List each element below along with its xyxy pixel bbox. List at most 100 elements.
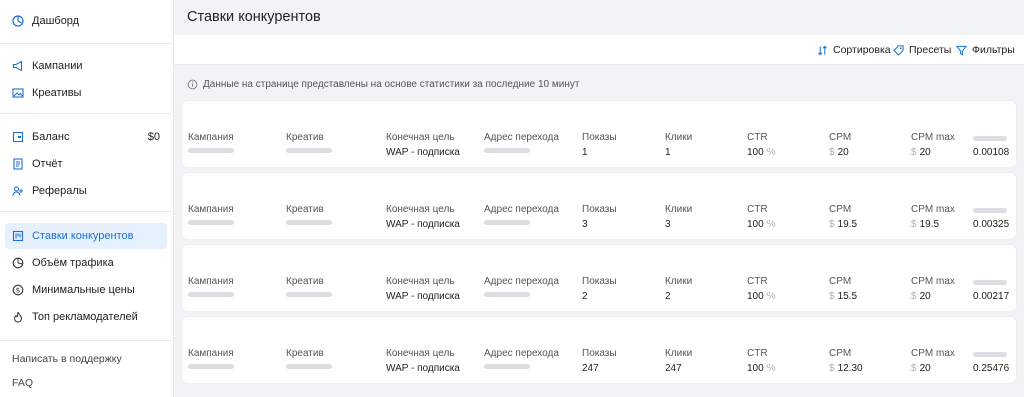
sort-button[interactable]: Сортировка bbox=[817, 35, 891, 65]
creative-blurred bbox=[286, 220, 332, 225]
amount: 19.5 bbox=[919, 219, 940, 230]
bid-row-card[interactable]: Кампания Креатив Конечная цель Адрес перехо… bbox=[182, 245, 1016, 311]
bid-row-card[interactable]: Кампания Креатив Конечная цель Адрес перехо… bbox=[182, 317, 1016, 383]
toolbar: Сортировка Пресеты Фильтры bbox=[174, 35, 1024, 65]
sidebar-item-label: Дашборд bbox=[32, 15, 80, 27]
bid-row-card[interactable]: Кампания Креатив Конечная цель Адрес перехо… bbox=[182, 101, 1016, 167]
ctr-number: 100 bbox=[747, 363, 764, 374]
column-label-cpm: CPM bbox=[829, 276, 852, 287]
column-label-goal: Конечная цель bbox=[386, 348, 455, 359]
sidebar-item-referrals[interactable]: Рефералы bbox=[5, 178, 167, 204]
column-label-url: Адрес перехода bbox=[484, 276, 559, 287]
impressions-value: 1 bbox=[582, 147, 588, 158]
percent-sign: % bbox=[766, 363, 776, 374]
filter-icon bbox=[956, 45, 967, 55]
creative-blurred bbox=[286, 364, 332, 369]
currency-sign: $ bbox=[911, 291, 917, 302]
currency-sign: $ bbox=[829, 219, 835, 230]
sidebar-item-label: Ставки конкурентов bbox=[32, 230, 134, 242]
sidebar-item-competitor-bids[interactable]: Ставки конкурентов bbox=[5, 223, 167, 249]
column-label-clicks: Клики bbox=[665, 348, 693, 359]
sidebar-item-traffic-volume[interactable]: Объём трафика bbox=[5, 250, 167, 276]
column-label-clicks: Клики bbox=[665, 204, 693, 215]
info-notice: Данные на странице представлены на основ… bbox=[187, 79, 579, 90]
presets-label: Пресеты bbox=[909, 44, 952, 56]
sidebar: Дашборд Кампании Креативы Баланс $0 Отчё… bbox=[0, 0, 174, 397]
column-label-goal: Конечная цель bbox=[386, 204, 455, 215]
column-label-impressions: Показы bbox=[582, 204, 617, 215]
goal-value: WAP - подписка bbox=[386, 291, 460, 302]
url-blurred bbox=[484, 148, 530, 153]
url-blurred bbox=[484, 292, 530, 297]
ctr-value: 100% bbox=[747, 147, 776, 158]
image-icon bbox=[12, 87, 24, 99]
percent-sign: % bbox=[766, 147, 776, 158]
ctr-value: 100% bbox=[747, 219, 776, 230]
sidebar-item-dashboard[interactable]: Дашборд bbox=[5, 8, 167, 34]
column-label-goal: Конечная цель bbox=[386, 276, 455, 287]
campaign-blurred bbox=[188, 364, 234, 369]
sidebar-item-label: Объём трафика bbox=[32, 257, 114, 269]
amount: 20 bbox=[919, 363, 931, 374]
clicks-value: 1 bbox=[665, 147, 671, 158]
currency-sign: $ bbox=[911, 147, 917, 158]
filters-button[interactable]: Фильтры bbox=[956, 35, 1015, 65]
sidebar-item-creatives[interactable]: Креативы bbox=[5, 80, 167, 106]
url-blurred bbox=[484, 364, 530, 369]
column-label-campaign: Кампания bbox=[188, 204, 234, 215]
svg-text:$: $ bbox=[16, 287, 20, 295]
amount: 12.30 bbox=[837, 363, 863, 374]
support-link[interactable]: Написать в поддержку bbox=[12, 353, 122, 365]
amount: 20 bbox=[919, 147, 931, 158]
sidebar-item-label: Топ рекламодателей bbox=[32, 311, 138, 323]
column-label-cpm-max: CPM max bbox=[911, 132, 955, 143]
cpm-max-value: $20 bbox=[911, 147, 931, 158]
bids-icon bbox=[12, 230, 24, 242]
divider bbox=[0, 340, 174, 341]
page-title: Ставки конкурентов bbox=[187, 9, 321, 25]
column-label-campaign: Кампания bbox=[188, 276, 234, 287]
column-label-creative: Креатив bbox=[286, 204, 324, 215]
sidebar-item-campaigns[interactable]: Кампании bbox=[5, 53, 167, 79]
dashboard-icon bbox=[12, 15, 24, 27]
presets-button[interactable]: Пресеты bbox=[893, 35, 951, 65]
result-value: 0.00325 bbox=[973, 219, 1010, 230]
info-icon bbox=[187, 79, 198, 90]
column-label-creative: Креатив bbox=[286, 276, 324, 287]
creative-blurred bbox=[286, 148, 332, 153]
result-value: 0.25476 bbox=[973, 363, 1010, 374]
dollar-icon: $ bbox=[12, 284, 24, 296]
balance-value: $0 bbox=[147, 131, 160, 143]
sidebar-item-label: Рефералы bbox=[32, 185, 87, 197]
sidebar-item-label: Креативы bbox=[32, 87, 82, 99]
column-label-cpm: CPM bbox=[829, 132, 852, 143]
sidebar-item-report[interactable]: Отчёт bbox=[5, 151, 167, 177]
column-label-cpm-max: CPM max bbox=[911, 204, 955, 215]
clicks-value: 247 bbox=[665, 363, 682, 374]
filters-label: Фильтры bbox=[972, 44, 1015, 56]
report-icon bbox=[12, 158, 24, 170]
column-label-campaign: Кампания bbox=[188, 132, 234, 143]
sidebar-item-top-advertisers[interactable]: Топ рекламодателей bbox=[5, 304, 167, 330]
sidebar-item-label: Минимальные цены bbox=[32, 284, 135, 296]
column-label-impressions: Показы bbox=[582, 132, 617, 143]
column-label-cpm-max: CPM max bbox=[911, 348, 955, 359]
column-label-goal: Конечная цель bbox=[386, 132, 455, 143]
sort-label: Сортировка bbox=[833, 44, 891, 56]
faq-link[interactable]: FAQ bbox=[12, 377, 33, 389]
sidebar-item-label: Баланс bbox=[32, 131, 70, 143]
presets-icon bbox=[893, 44, 904, 56]
currency-sign: $ bbox=[829, 291, 835, 302]
campaign-blurred bbox=[188, 220, 234, 225]
impressions-value: 3 bbox=[582, 219, 588, 230]
bid-row-card[interactable]: Кампания Креатив Конечная цель Адрес перехо… bbox=[182, 173, 1016, 239]
ctr-value: 100% bbox=[747, 291, 776, 302]
ctr-value: 100% bbox=[747, 363, 776, 374]
column-label-url: Адрес перехода bbox=[484, 132, 559, 143]
sidebar-item-minimum-prices[interactable]: $ Минимальные цены bbox=[5, 277, 167, 303]
label-blurred bbox=[973, 136, 1007, 141]
sidebar-item-balance[interactable]: Баланс $0 bbox=[5, 124, 167, 150]
result-value: 0.00217 bbox=[973, 291, 1010, 302]
column-label-creative: Креатив bbox=[286, 348, 324, 359]
column-label-creative: Креатив bbox=[286, 132, 324, 143]
